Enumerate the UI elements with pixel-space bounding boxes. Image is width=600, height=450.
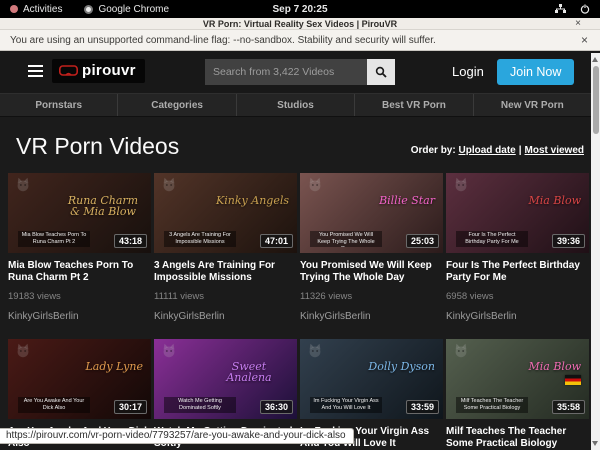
join-now-button[interactable]: Join Now: [497, 59, 574, 85]
video-grid: Runa Charm & Mia Blow Mia Blow Teaches P…: [0, 173, 600, 450]
video-title-link[interactable]: 3 Angels Are Training For Impossible Mis…: [154, 260, 297, 284]
duration-badge: 36:30: [260, 400, 293, 414]
duration-badge: 33:59: [406, 400, 439, 414]
search-button[interactable]: [367, 59, 395, 85]
thumb-model-name: Billie Star: [379, 195, 435, 206]
search-input[interactable]: [205, 59, 367, 85]
scroll-down-arrow-icon[interactable]: [592, 441, 598, 446]
studio-mask-logo-icon: [452, 343, 470, 358]
search-bar: [205, 59, 395, 85]
video-card: Mia Blow Milf Teaches The Teacher Some P…: [446, 339, 589, 450]
infobar-close-icon[interactable]: ×: [581, 33, 588, 47]
page-head: VR Porn Videos Order by: Upload date|Mos…: [0, 117, 600, 173]
studio-mask-logo-icon: [160, 177, 178, 192]
order-link-most-viewed[interactable]: Most viewed: [525, 145, 584, 156]
studio-link[interactable]: KinkyGirlsBerlin: [8, 311, 151, 322]
tab-title: VR Porn: Virtual Reality Sex Videos | Pi…: [203, 19, 397, 29]
thumb-caption: Watch Me Getting Dominated Softly: [164, 397, 236, 413]
thumb-caption: Four Is The Perfect Birthday Party For M…: [456, 231, 528, 247]
vr-goggles-icon: [59, 65, 78, 77]
search-icon: [375, 66, 387, 78]
thumb-caption: You Promised We Will Keep Trying The Who…: [310, 231, 382, 247]
video-title-link[interactable]: Milf Teaches The Teacher Some Practical …: [446, 426, 589, 450]
video-card: Mia Blow Four Is The Perfect Birthday Pa…: [446, 173, 589, 322]
video-thumbnail[interactable]: Billie Star You Promised We Will Keep Tr…: [300, 173, 443, 253]
video-thumbnail[interactable]: Mia Blow Four Is The Perfect Birthday Pa…: [446, 173, 589, 253]
video-thumbnail[interactable]: Runa Charm & Mia Blow Mia Blow Teaches P…: [8, 173, 151, 253]
studio-mask-logo-icon: [160, 343, 178, 358]
video-title-link[interactable]: Mia Blow Teaches Porn To Runa Charm Pt 2: [8, 260, 151, 284]
network-icon[interactable]: [555, 4, 566, 14]
order-by-label: Order by:: [411, 145, 456, 156]
video-thumbnail[interactable]: Dolly Dyson Im Fucking Your Virgin Ass A…: [300, 339, 443, 419]
thumb-caption: Are You Awake And Your Dick Also: [18, 397, 90, 413]
page-title: VR Porn Videos: [16, 133, 179, 160]
thumb-model-name: Kinky Angels: [216, 195, 289, 206]
video-views: 11326 views: [300, 291, 443, 302]
menu-hamburger-icon[interactable]: [28, 65, 43, 80]
site-header: pirouvr Login Join Now: [0, 51, 600, 93]
thumb-caption: Milf Teaches The Teacher Some Practical …: [456, 397, 528, 413]
order-separator: |: [516, 145, 525, 156]
power-icon[interactable]: [580, 4, 590, 14]
site-logo[interactable]: pirouvr: [52, 59, 145, 83]
video-views: 11111 views: [154, 291, 297, 302]
studio-mask-logo-icon: [14, 343, 32, 358]
order-by: Order by: Upload date|Most viewed: [411, 145, 584, 160]
video-card: Runa Charm & Mia Blow Mia Blow Teaches P…: [8, 173, 151, 322]
video-title-link[interactable]: Four Is The Perfect Birthday Party For M…: [446, 260, 589, 284]
studio-mask-logo-icon: [452, 177, 470, 192]
chrome-infobar: You are using an unsupported command-lin…: [0, 30, 600, 51]
thumb-model-name: Mia Blow: [529, 361, 581, 372]
duration-badge: 47:01: [260, 234, 293, 248]
tab-close-icon[interactable]: ×: [575, 18, 581, 30]
video-title-link[interactable]: You Promised We Will Keep Trying The Who…: [300, 260, 443, 284]
video-views: 6958 views: [446, 291, 589, 302]
nav-item-pornstars[interactable]: Pornstars: [0, 94, 117, 116]
studio-mask-logo-icon: [14, 177, 32, 192]
studio-mask-logo-icon: [306, 177, 324, 192]
studio-link[interactable]: KinkyGirlsBerlin: [300, 311, 443, 322]
nav-item-categories[interactable]: Categories: [117, 94, 235, 116]
video-views: 19183 views: [8, 291, 151, 302]
gnome-top-bar: Activities Google Chrome Sep 7 20:25: [0, 0, 600, 18]
video-thumbnail[interactable]: Lady Lyne Are You Awake And Your Dick Al…: [8, 339, 151, 419]
duration-badge: 39:36: [552, 234, 585, 248]
studio-mask-logo-icon: [306, 343, 324, 358]
logo-text: pirouvr: [82, 62, 136, 79]
thumb-caption: 3 Angels Are Training For Impossible Mis…: [164, 231, 236, 247]
german-flag-decoration: [565, 375, 581, 385]
main-nav: PornstarsCategoriesStudiosBest VR PornNe…: [0, 93, 591, 117]
video-card: Billie Star You Promised We Will Keep Tr…: [300, 173, 443, 322]
login-link[interactable]: Login: [452, 51, 484, 93]
thumb-model-name: Sweet Analena: [209, 361, 289, 383]
thumb-model-name: Mia Blow: [529, 195, 581, 206]
infobar-message: You are using an unsupported command-lin…: [10, 35, 436, 46]
nav-item-studios[interactable]: Studios: [236, 94, 354, 116]
scrollbar-thumb[interactable]: [593, 66, 599, 134]
duration-badge: 25:03: [406, 234, 439, 248]
scroll-up-arrow-icon[interactable]: [592, 57, 598, 62]
order-link-upload-date[interactable]: Upload date: [458, 145, 515, 156]
thumb-caption: Mia Blow Teaches Porn To Runa Charm Pt 2: [18, 231, 90, 247]
video-thumbnail[interactable]: Kinky Angels 3 Angels Are Training For I…: [154, 173, 297, 253]
video-card: Kinky Angels 3 Angels Are Training For I…: [154, 173, 297, 322]
duration-badge: 35:58: [552, 400, 585, 414]
video-thumbnail[interactable]: Mia Blow Milf Teaches The Teacher Some P…: [446, 339, 589, 419]
browser-tab-strip: VR Porn: Virtual Reality Sex Videos | Pi…: [0, 18, 600, 30]
duration-badge: 43:18: [114, 234, 147, 248]
nav-item-best-vr-porn[interactable]: Best VR Porn: [354, 94, 472, 116]
video-thumbnail[interactable]: Sweet Analena Watch Me Getting Dominated…: [154, 339, 297, 419]
studio-link[interactable]: KinkyGirlsBerlin: [446, 311, 589, 322]
studio-link[interactable]: KinkyGirlsBerlin: [154, 311, 297, 322]
thumb-model-name: Lady Lyne: [85, 361, 143, 372]
thumb-model-name: Runa Charm & Mia Blow: [63, 195, 143, 217]
thumb-caption: Im Fucking Your Virgin Ass And You Will …: [310, 397, 382, 413]
page-scrollbar[interactable]: [591, 53, 600, 450]
clock[interactable]: Sep 7 20:25: [0, 4, 600, 15]
nav-item-new-vr-porn[interactable]: New VR Porn: [473, 94, 591, 116]
thumb-model-name: Dolly Dyson: [368, 361, 435, 372]
duration-badge: 30:17: [114, 400, 147, 414]
status-url-bubble: https://pirouvr.com/vr-porn-video/779325…: [0, 428, 354, 444]
